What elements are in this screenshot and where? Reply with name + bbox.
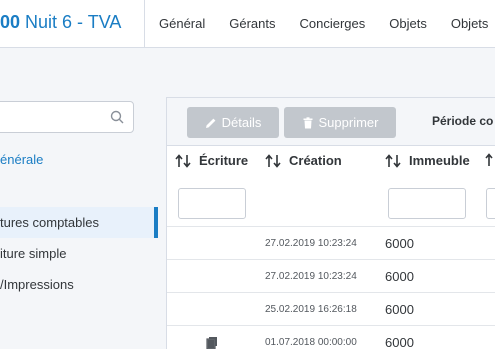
tab-gerants[interactable]: Gérants xyxy=(217,0,287,48)
documents-icon[interactable] xyxy=(205,336,219,349)
cell-creation: 25.02.2019 16:26:18 xyxy=(265,304,357,315)
app-title: 00 Nuit 6 - TVA xyxy=(0,12,121,36)
tab-concierges[interactable]: Concierges xyxy=(288,0,378,48)
table-row[interactable]: 25.02.2019 16:26:18 6000 xyxy=(167,292,495,325)
tab-objets[interactable]: Objets xyxy=(377,0,439,48)
sidebar-item-ecriture-simple[interactable]: iture simple xyxy=(0,238,158,269)
column-header-immeuble-label: Immeuble xyxy=(409,153,470,168)
table-row[interactable]: 27.02.2019 10:23:24 6000 xyxy=(167,259,495,292)
sort-arrows-icon xyxy=(265,153,281,168)
cell-immeuble: 6000 xyxy=(385,335,414,349)
trash-icon xyxy=(303,116,313,128)
pencil-icon xyxy=(205,118,216,128)
search-icon[interactable] xyxy=(110,110,124,124)
main-panel: Détails Supprimer Période co Écriture Cr… xyxy=(166,97,495,349)
tab-general[interactable]: Général xyxy=(144,0,217,48)
column-header-ecriture-label: Écriture xyxy=(199,153,249,168)
details-button[interactable]: Détails xyxy=(187,107,279,138)
top-bar: 00 Nuit 6 - TVA Général Gérants Concierg… xyxy=(0,0,495,48)
filter-ecriture-input[interactable] xyxy=(178,188,246,219)
column-header-creation-label: Création xyxy=(289,153,342,168)
app-title-number: 00 xyxy=(0,12,21,32)
delete-button[interactable]: Supprimer xyxy=(284,107,396,138)
cell-immeuble: 6000 xyxy=(385,236,414,251)
filter-next-input[interactable] xyxy=(486,188,495,219)
filter-immeuble-input[interactable] xyxy=(388,188,466,219)
sort-arrows-icon xyxy=(485,153,493,166)
column-header-immeuble[interactable]: Immeuble xyxy=(385,153,470,168)
sidebar: énérale tures comptables iture simple /I… xyxy=(0,92,160,349)
cell-creation: 01.07.2018 00:00:00 xyxy=(265,337,357,348)
sidebar-item-impressions[interactable]: /Impressions xyxy=(0,269,158,300)
main-tabs: Général Gérants Concierges Objets Objets xyxy=(144,0,495,48)
sidebar-link-general[interactable]: énérale xyxy=(0,152,43,167)
column-header-next[interactable] xyxy=(485,153,495,167)
sidebar-item-ecritures-comptables[interactable]: tures comptables xyxy=(0,207,158,238)
sort-arrows-icon xyxy=(175,153,191,168)
delete-button-label: Supprimer xyxy=(318,115,379,130)
cell-immeuble: 6000 xyxy=(385,269,414,284)
cell-immeuble: 6000 xyxy=(385,302,414,317)
cell-creation: 27.02.2019 10:23:24 xyxy=(265,238,357,249)
column-header-creation[interactable]: Création xyxy=(265,153,342,168)
table-row[interactable]: 27.02.2019 10:23:24 6000 xyxy=(167,226,495,259)
details-button-label: Détails xyxy=(221,115,262,130)
tab-objets-2[interactable]: Objets xyxy=(439,0,495,48)
app-title-text: Nuit 6 - TVA xyxy=(20,12,122,32)
cell-creation: 27.02.2019 10:23:24 xyxy=(265,271,357,282)
periode-label: Période co xyxy=(432,114,494,128)
table-row[interactable]: 01.07.2018 00:00:00 6000 xyxy=(167,325,495,349)
sidebar-search-input[interactable] xyxy=(0,101,134,133)
column-header-ecriture[interactable]: Écriture xyxy=(175,153,248,168)
sort-arrows-icon xyxy=(385,153,401,168)
toolbar: Détails Supprimer Période co xyxy=(167,98,495,146)
